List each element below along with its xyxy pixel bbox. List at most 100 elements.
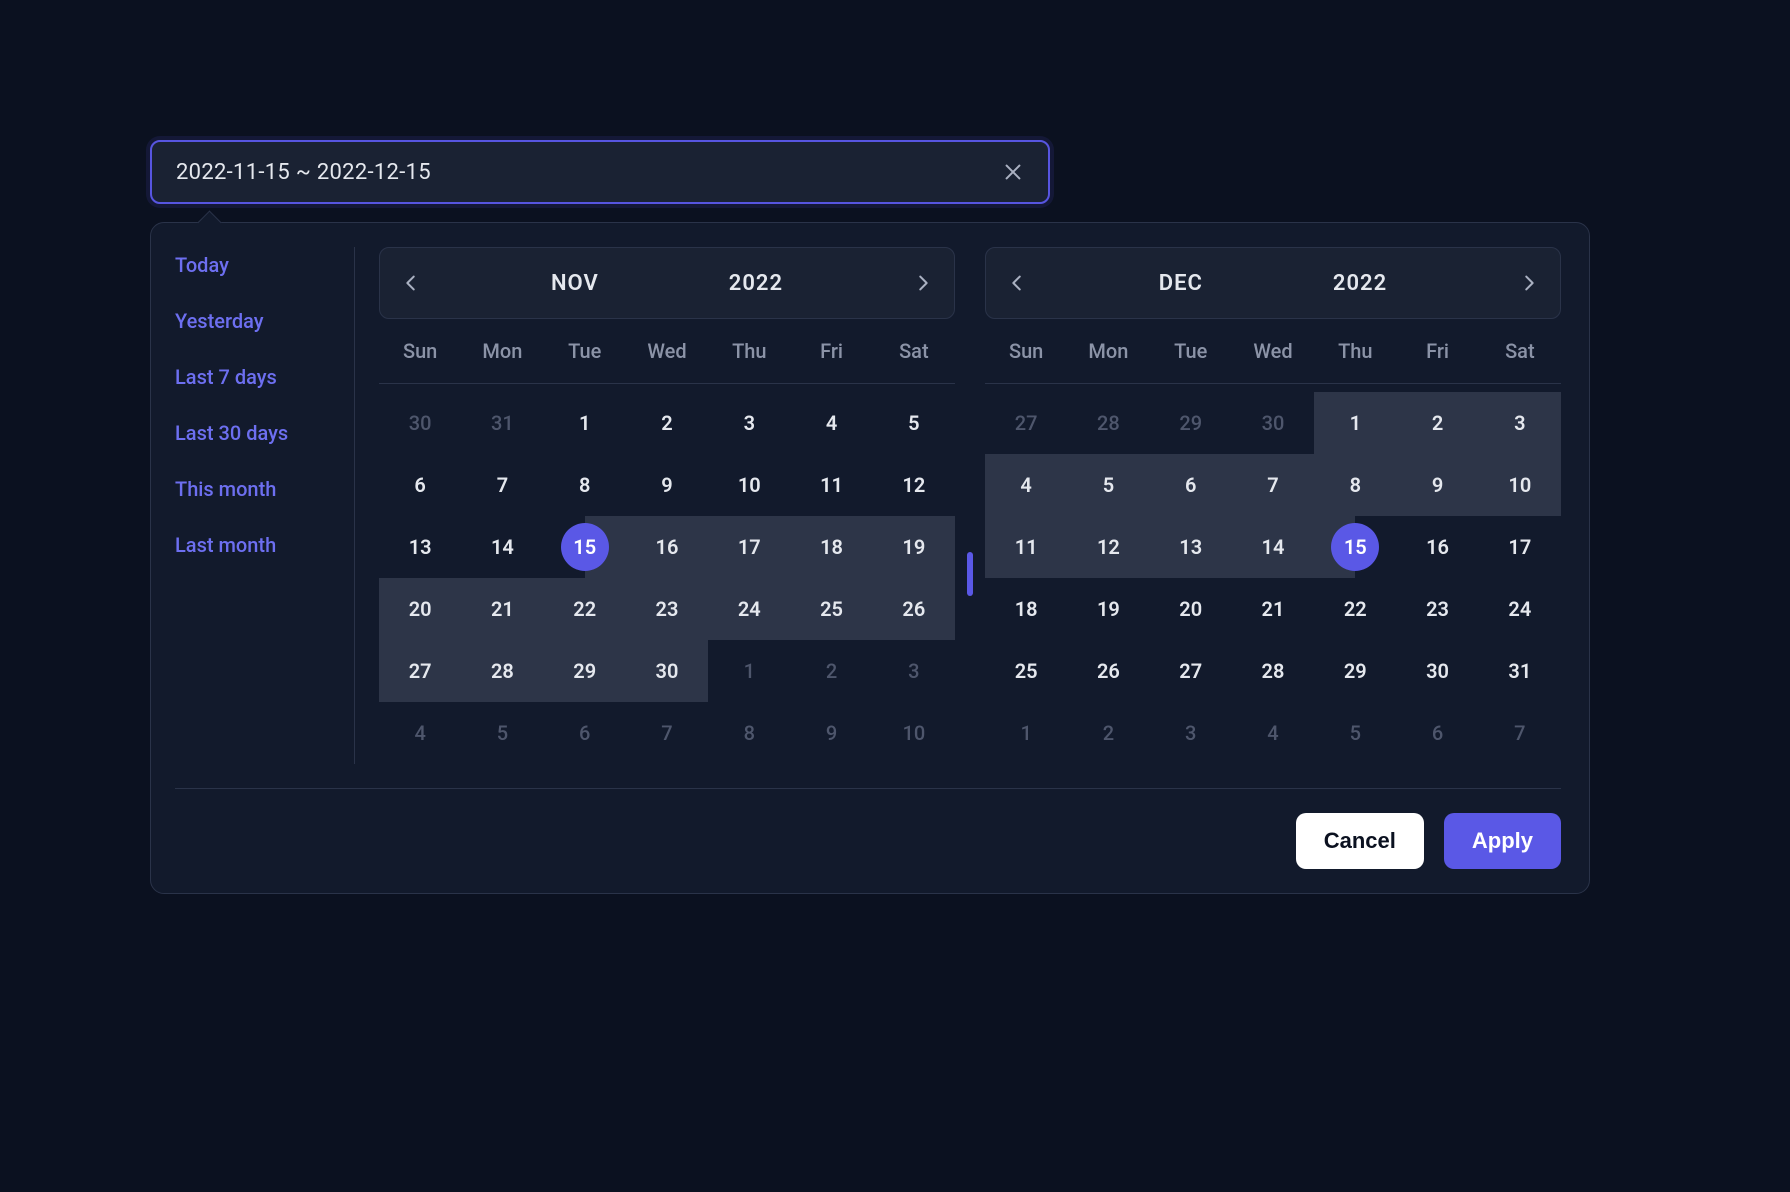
month-select-left[interactable]: NOV — [551, 271, 599, 296]
calendar-day[interactable]: 30 — [1232, 392, 1314, 454]
preset-today[interactable]: Today — [175, 253, 354, 277]
calendar-day[interactable]: 14 — [1232, 516, 1314, 578]
apply-button[interactable]: Apply — [1444, 813, 1561, 869]
calendar-day[interactable]: 29 — [1314, 640, 1396, 702]
calendar-day[interactable]: 3 — [1150, 702, 1232, 764]
calendar-day[interactable]: 30 — [626, 640, 708, 702]
date-range-input[interactable]: 2022-11-15 ~ 2022-12-15 — [150, 140, 1050, 204]
preset-yesterday[interactable]: Yesterday — [175, 309, 354, 333]
calendar-day[interactable]: 1 — [544, 392, 626, 454]
calendar-day[interactable]: 22 — [1314, 578, 1396, 640]
cancel-button[interactable]: Cancel — [1296, 813, 1424, 869]
calendar-day[interactable]: 2 — [1067, 702, 1149, 764]
calendar-day[interactable]: 5 — [461, 702, 543, 764]
calendar-day[interactable]: 25 — [790, 578, 872, 640]
calendar-day[interactable]: 2 — [1396, 392, 1478, 454]
calendar-day[interactable]: 25 — [985, 640, 1067, 702]
calendar-day[interactable]: 19 — [1067, 578, 1149, 640]
calendar-day[interactable]: 8 — [1314, 454, 1396, 516]
calendar-day[interactable]: 13 — [1150, 516, 1232, 578]
prev-month-icon[interactable] — [400, 272, 422, 294]
calendar-day[interactable]: 12 — [1067, 516, 1149, 578]
calendar-day[interactable]: 9 — [790, 702, 872, 764]
calendar-day[interactable]: 19 — [873, 516, 955, 578]
calendar-day[interactable]: 3 — [708, 392, 790, 454]
calendar-day[interactable]: 1 — [708, 640, 790, 702]
calendar-day[interactable]: 24 — [708, 578, 790, 640]
calendar-day[interactable]: 10 — [1479, 454, 1561, 516]
calendar-day[interactable]: 7 — [1479, 702, 1561, 764]
calendar-day[interactable]: 8 — [708, 702, 790, 764]
calendar-day[interactable]: 11 — [790, 454, 872, 516]
calendar-day[interactable]: 5 — [1067, 454, 1149, 516]
calendar-day[interactable]: 10 — [873, 702, 955, 764]
calendar-day[interactable]: 8 — [544, 454, 626, 516]
calendar-day[interactable]: 31 — [1479, 640, 1561, 702]
calendar-day[interactable]: 18 — [790, 516, 872, 578]
prev-month-icon[interactable] — [1006, 272, 1028, 294]
calendar-day[interactable]: 9 — [626, 454, 708, 516]
calendar-day[interactable]: 16 — [626, 516, 708, 578]
calendar-day[interactable]: 27 — [985, 392, 1067, 454]
calendar-day[interactable]: 27 — [1150, 640, 1232, 702]
calendar-day[interactable]: 28 — [1232, 640, 1314, 702]
calendar-day[interactable]: 1 — [985, 702, 1067, 764]
next-month-icon[interactable] — [912, 272, 934, 294]
calendar-day[interactable]: 30 — [1396, 640, 1478, 702]
year-select-left[interactable]: 2022 — [729, 271, 783, 296]
calendar-day[interactable]: 30 — [379, 392, 461, 454]
calendar-day[interactable]: 27 — [379, 640, 461, 702]
month-select-right[interactable]: DEC — [1159, 271, 1203, 296]
calendar-day[interactable]: 5 — [1314, 702, 1396, 764]
preset-last-30-days[interactable]: Last 30 days — [175, 421, 354, 445]
calendar-day[interactable]: 26 — [1067, 640, 1149, 702]
calendar-day[interactable]: 22 — [544, 578, 626, 640]
preset-last-month[interactable]: Last month — [175, 533, 354, 557]
calendar-day[interactable]: 4 — [1232, 702, 1314, 764]
calendar-day[interactable]: 13 — [379, 516, 461, 578]
clear-icon[interactable] — [1002, 161, 1024, 183]
calendar-day[interactable]: 31 — [461, 392, 543, 454]
calendar-day[interactable]: 26 — [873, 578, 955, 640]
calendar-day[interactable]: 5 — [873, 392, 955, 454]
calendar-day[interactable]: 16 — [1396, 516, 1478, 578]
calendar-day[interactable]: 6 — [379, 454, 461, 516]
calendar-day[interactable]: 11 — [985, 516, 1067, 578]
calendar-day[interactable]: 4 — [790, 392, 872, 454]
range-divider-handle[interactable] — [967, 552, 973, 596]
calendar-day[interactable]: 17 — [708, 516, 790, 578]
calendar-day[interactable]: 4 — [379, 702, 461, 764]
calendar-day[interactable]: 3 — [1479, 392, 1561, 454]
calendar-day[interactable]: 10 — [708, 454, 790, 516]
calendar-day[interactable]: 3 — [873, 640, 955, 702]
calendar-day[interactable]: 7 — [461, 454, 543, 516]
calendar-day[interactable]: 12 — [873, 454, 955, 516]
year-select-right[interactable]: 2022 — [1333, 271, 1387, 296]
calendar-day[interactable]: 21 — [461, 578, 543, 640]
calendar-day[interactable]: 29 — [1150, 392, 1232, 454]
next-month-icon[interactable] — [1518, 272, 1540, 294]
calendar-day[interactable]: 9 — [1396, 454, 1478, 516]
calendar-day[interactable]: 2 — [790, 640, 872, 702]
calendar-day[interactable]: 4 — [985, 454, 1067, 516]
calendar-day[interactable]: 17 — [1479, 516, 1561, 578]
calendar-day[interactable]: 24 — [1479, 578, 1561, 640]
calendar-day[interactable]: 21 — [1232, 578, 1314, 640]
calendar-day[interactable]: 2 — [626, 392, 708, 454]
calendar-day[interactable]: 15 — [1314, 516, 1396, 578]
calendar-day[interactable]: 7 — [1232, 454, 1314, 516]
calendar-day[interactable]: 20 — [379, 578, 461, 640]
calendar-day[interactable]: 1 — [1314, 392, 1396, 454]
calendar-day[interactable]: 28 — [461, 640, 543, 702]
calendar-day[interactable]: 6 — [544, 702, 626, 764]
calendar-day[interactable]: 7 — [626, 702, 708, 764]
calendar-day[interactable]: 28 — [1067, 392, 1149, 454]
preset-this-month[interactable]: This month — [175, 477, 354, 501]
calendar-day[interactable]: 6 — [1150, 454, 1232, 516]
calendar-day[interactable]: 20 — [1150, 578, 1232, 640]
calendar-day[interactable]: 6 — [1396, 702, 1478, 764]
calendar-day[interactable]: 14 — [461, 516, 543, 578]
calendar-day[interactable]: 29 — [544, 640, 626, 702]
calendar-day[interactable]: 18 — [985, 578, 1067, 640]
calendar-day[interactable]: 23 — [1396, 578, 1478, 640]
